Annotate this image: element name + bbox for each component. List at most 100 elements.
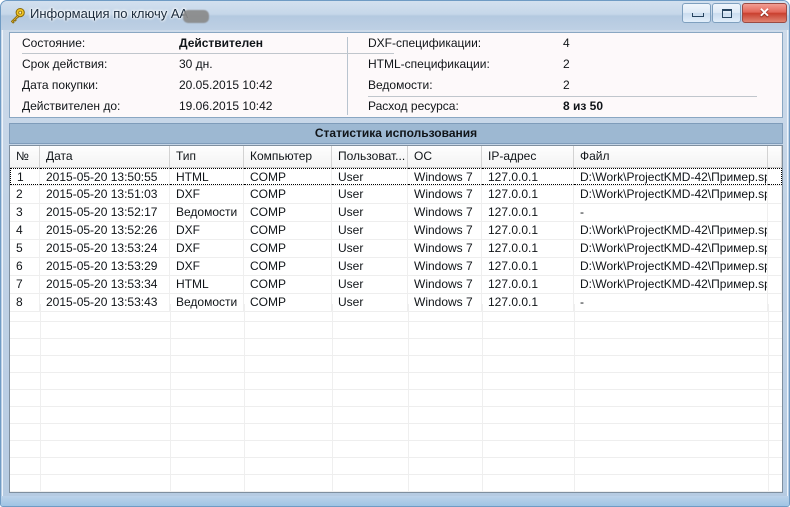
grid-column-header-user[interactable]: Пользоват... <box>332 146 408 167</box>
key-info-right-column: DXF-спецификации: 4 HTML-спецификации: 2 Вед… <box>356 33 776 117</box>
grid-column-header-file[interactable]: Файл <box>574 146 768 167</box>
usage-statistics-header: Статистика использования <box>9 123 783 144</box>
grid-row-line <box>10 491 782 492</box>
window-title: Информация по ключу АА <box>30 6 189 21</box>
table-row[interactable]: 2 2015-05-20 13:51:03 DXF COMP User Windows 7… <box>10 186 782 204</box>
table-cell-extra <box>768 204 782 221</box>
table-cell-date: 2015-05-20 13:52:26 <box>40 222 170 239</box>
table-cell-os: Windows 7 <box>408 240 482 257</box>
table-cell-user: User <box>332 204 408 221</box>
table-cell-num: 4 <box>10 222 40 239</box>
table-cell-file: D:\Work\ProjectKMD-42\Пример.spx <box>574 258 768 275</box>
info-row: Расход ресурса: 8 из 50 <box>356 96 776 117</box>
grid-column-header-ip[interactable]: IP-адрес <box>482 146 574 167</box>
table-cell-file: D:\Work\ProjectKMD-42\Пример.spx <box>574 222 768 239</box>
table-row[interactable]: 7 2015-05-20 13:53:34 HTML COMP User Windows … <box>10 276 782 294</box>
grid-column-line <box>482 304 483 492</box>
info-value: 19.06.2015 10:42 <box>179 99 273 113</box>
grid-row-line <box>10 457 782 458</box>
table-cell-extra <box>768 240 782 257</box>
table-cell-user: User <box>332 168 408 185</box>
grid-column-line <box>768 304 769 492</box>
table-cell-os: Windows 7 <box>408 204 482 221</box>
close-button[interactable]: ✕ <box>742 3 787 23</box>
info-value: 2 <box>563 78 570 92</box>
table-cell-file: D:\Work\ProjectKMD-42\Пример.spx <box>574 240 768 257</box>
table-cell-file: D:\Work\ProjectKMD-42\Пример.spx <box>574 186 768 203</box>
info-row: Ведомости: 2 <box>356 75 776 96</box>
table-cell-type: DXF <box>170 186 244 203</box>
table-cell-extra <box>768 276 782 293</box>
grid-column-header-os[interactable]: ОС <box>408 146 482 167</box>
table-cell-type: DXF <box>170 222 244 239</box>
grid-row-line <box>10 474 782 475</box>
grid-column-header-type[interactable]: Тип <box>170 146 244 167</box>
grid-row-line <box>10 372 782 373</box>
grid-column-header-date[interactable]: Дата <box>40 146 170 167</box>
table-cell-file: - <box>574 204 768 221</box>
redacted-key-value <box>183 10 209 23</box>
table-cell-num: 6 <box>10 258 40 275</box>
info-value: 8 из 50 <box>563 99 604 113</box>
usage-statistics-grid[interactable]: № Дата Тип Компьютер Пользоват... ОС IP-адрес Ф… <box>9 145 783 493</box>
table-cell-date: 2015-05-20 13:53:29 <box>40 258 170 275</box>
table-cell-computer: COMP <box>244 276 332 293</box>
grid-column-header-computer[interactable]: Компьютер <box>244 146 332 167</box>
table-cell-ip: 127.0.0.1 <box>482 168 574 185</box>
table-cell-num: 5 <box>10 240 40 257</box>
info-value: 20.05.2015 10:42 <box>179 78 273 92</box>
table-cell-type: HTML <box>170 276 244 293</box>
table-cell-num: 7 <box>10 276 40 293</box>
info-row: HTML-спецификации: 2 <box>356 54 776 75</box>
caption-buttons: ✕ <box>682 3 787 23</box>
table-cell-type: HTML <box>170 168 244 185</box>
table-cell-type: DXF <box>170 258 244 275</box>
grid-row-line <box>10 338 782 339</box>
table-row[interactable]: 4 2015-05-20 13:52:26 DXF COMP User Windows 7… <box>10 222 782 240</box>
grid-row-line <box>10 406 782 407</box>
table-cell-user: User <box>332 276 408 293</box>
table-cell-ip: 127.0.0.1 <box>482 276 574 293</box>
table-cell-computer: COMP <box>244 186 332 203</box>
grid-row-line <box>10 423 782 424</box>
info-label: Состояние: <box>22 36 86 50</box>
table-row[interactable]: 1 2015-05-20 13:50:55 HTML COMP User Windows … <box>10 168 782 186</box>
table-cell-extra <box>768 222 782 239</box>
table-cell-num: 2 <box>10 186 40 203</box>
table-cell-num: 1 <box>10 168 40 185</box>
info-value: Действителен <box>179 36 263 50</box>
info-label: Дата покупки: <box>22 78 99 92</box>
grid-header-row[interactable]: № Дата Тип Компьютер Пользоват... ОС IP-адрес Ф… <box>10 146 782 168</box>
table-cell-computer: COMP <box>244 168 332 185</box>
key-icon <box>8 7 26 25</box>
title-bar[interactable]: Информация по ключу АА ✕ <box>1 1 789 30</box>
table-cell-file: D:\Work\ProjectKMD-42\Пример.spx <box>574 168 768 185</box>
info-row: Состояние: Действителен <box>10 33 394 54</box>
table-cell-type: Ведомости <box>170 204 244 221</box>
grid-column-header-extra[interactable] <box>768 146 782 167</box>
info-value: 4 <box>563 36 570 50</box>
grid-body[interactable]: 1 2015-05-20 13:50:55 HTML COMP User Windows … <box>10 168 782 492</box>
minimize-button[interactable] <box>682 3 711 23</box>
maximize-button[interactable] <box>712 3 741 23</box>
panel-divider <box>347 37 348 115</box>
table-cell-extra <box>768 168 782 185</box>
info-value: 30 дн. <box>179 57 213 71</box>
table-row[interactable]: 6 2015-05-20 13:53:29 DXF COMP User Windows 7… <box>10 258 782 276</box>
close-icon: ✕ <box>759 5 770 20</box>
info-label: DXF-спецификации: <box>368 36 482 50</box>
info-row: Дата покупки: 20.05.2015 10:42 <box>10 75 347 96</box>
minimize-icon <box>692 13 704 17</box>
table-cell-user: User <box>332 240 408 257</box>
info-row: Срок действия: 30 дн. <box>10 54 347 75</box>
grid-row-line <box>10 355 782 356</box>
table-row[interactable]: 5 2015-05-20 13:53:24 DXF COMP User Windows 7… <box>10 240 782 258</box>
table-row[interactable]: 3 2015-05-20 13:52:17 Ведомости COMP User Win… <box>10 204 782 222</box>
grid-row-line <box>10 321 782 322</box>
table-cell-extra <box>768 258 782 275</box>
grid-column-header-num[interactable]: № <box>10 146 40 167</box>
table-cell-computer: COMP <box>244 204 332 221</box>
key-info-panel: Состояние: Действителен Срок действия: 30 д… <box>9 32 783 118</box>
table-cell-user: User <box>332 258 408 275</box>
info-label: Расход ресурса: <box>368 99 459 113</box>
